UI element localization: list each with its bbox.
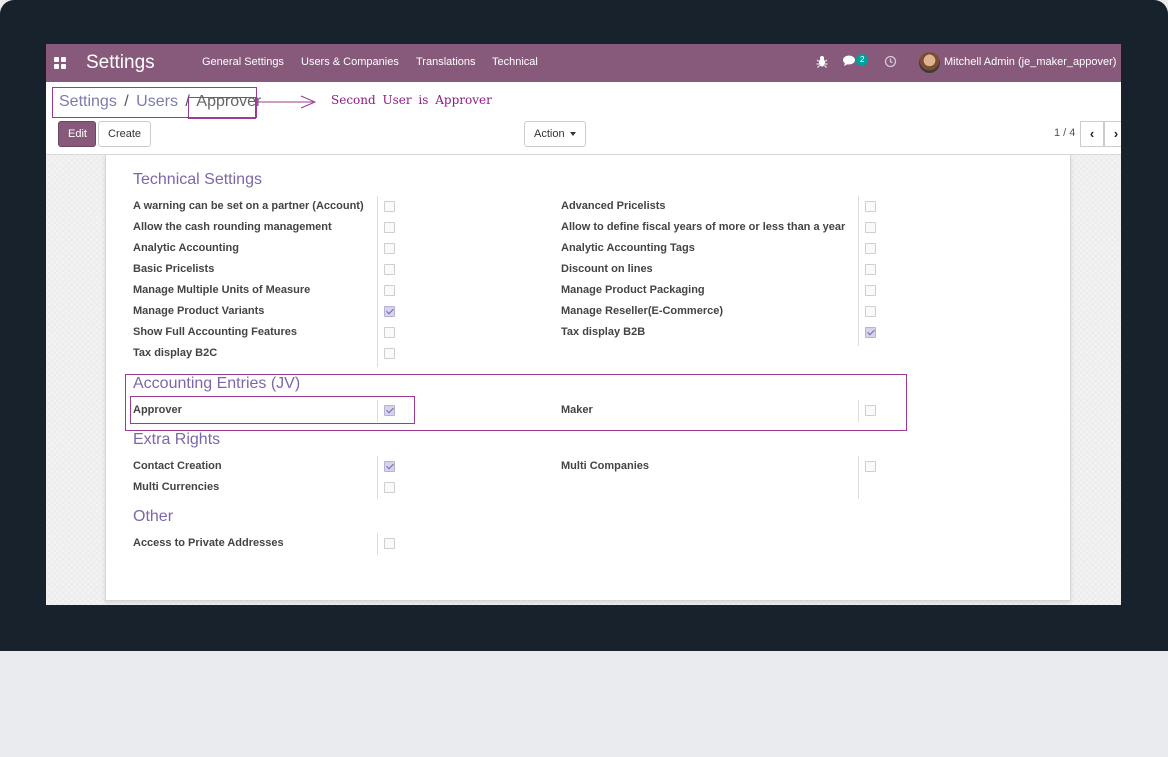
section-title-technical: Technical Settings	[133, 171, 262, 188]
column-divider	[377, 400, 378, 422]
column-divider	[858, 400, 859, 422]
activity-clock-icon[interactable]	[884, 55, 897, 71]
field-label-basic-pricelists: Basic Pricelists	[133, 263, 215, 275]
checkbox-basic-pricelists[interactable]	[384, 264, 395, 275]
section-title-extra-rights: Extra Rights	[133, 431, 221, 448]
pager-value: 1 / 4	[1054, 127, 1076, 139]
column-divider	[858, 456, 859, 499]
field-label-product-variants: Manage Product Variants	[133, 305, 265, 317]
chevron-left-icon: ‹	[1089, 126, 1095, 141]
checkbox-full-accounting[interactable]	[384, 327, 395, 338]
field-label-multi-currencies: Multi Currencies	[133, 481, 220, 493]
chevron-right-icon: ›	[1113, 126, 1119, 141]
field-label-tax-b2c: Tax display B2C	[133, 347, 218, 359]
app-title: Settings	[86, 52, 155, 73]
pager-previous-button[interactable]: ‹	[1080, 121, 1104, 147]
messages-count-badge: 2	[856, 54, 869, 66]
checkbox-multi-companies[interactable]	[865, 461, 876, 472]
menu-translations[interactable]: Translations	[416, 56, 476, 68]
top-navbar: Settings General Settings Users & Compan…	[46, 44, 1121, 82]
field-label-analytic-tags: Analytic Accounting Tags	[561, 242, 695, 254]
debug-bug-icon[interactable]	[816, 55, 828, 71]
field-label-analytic-accounting: Analytic Accounting	[133, 242, 239, 254]
column-divider	[377, 456, 378, 499]
section-title-accounting: Accounting Entries (JV)	[133, 375, 301, 392]
field-label-private-addresses: Access to Private Addresses	[133, 537, 284, 549]
annotation-arrow-icon	[257, 95, 317, 109]
checkbox-multi-currencies[interactable]	[384, 482, 395, 493]
field-label-reseller: Manage Reseller(E-Commerce)	[561, 305, 724, 317]
checkbox-tax-b2b[interactable]	[865, 327, 876, 338]
field-label-multi-companies: Multi Companies	[561, 460, 650, 472]
checkbox-multiple-uom[interactable]	[384, 285, 395, 296]
field-label-discount-lines: Discount on lines	[561, 263, 653, 275]
field-label-advanced-pricelists: Advanced Pricelists	[561, 200, 666, 212]
pager-next-button[interactable]: ›	[1104, 121, 1121, 147]
field-label-multiple-uom: Manage Multiple Units of Measure	[133, 284, 311, 296]
checkbox-discount-lines[interactable]	[865, 264, 876, 275]
field-label-approver: Approver	[133, 404, 182, 416]
field-label-maker: Maker	[561, 404, 593, 416]
checkbox-cash-rounding[interactable]	[384, 222, 395, 233]
checkbox-fiscal-years[interactable]	[865, 222, 876, 233]
edit-button[interactable]: Edit	[58, 121, 96, 147]
checkbox-reseller[interactable]	[865, 306, 876, 317]
checkbox-analytic-tags[interactable]	[865, 243, 876, 254]
caret-down-icon	[569, 132, 576, 137]
field-label-warning-partner: A warning can be set on a partner (Accou…	[133, 200, 364, 212]
monitor-stand	[0, 651, 1168, 757]
menu-general-settings[interactable]: General Settings	[202, 56, 284, 68]
field-label-product-packaging: Manage Product Packaging	[561, 284, 705, 296]
section-title-other: Other	[133, 508, 174, 525]
checkbox-analytic-accounting[interactable]	[384, 243, 395, 254]
field-label-fiscal-years: Allow to define fiscal years of more or …	[561, 221, 846, 233]
annotation-text: Second User is Approver	[331, 93, 492, 107]
checkbox-maker[interactable]	[865, 405, 876, 416]
column-divider	[377, 533, 378, 555]
action-dropdown-button[interactable]: Action	[524, 121, 586, 147]
apps-menu-icon[interactable]	[54, 57, 66, 69]
checkbox-warning-partner[interactable]	[384, 201, 395, 212]
checkbox-advanced-pricelists[interactable]	[865, 201, 876, 212]
create-button[interactable]: Create	[98, 121, 152, 147]
annotation-inner-box	[188, 97, 256, 119]
user-menu-name[interactable]: Mitchell Admin (je_maker_appover)	[944, 56, 1116, 68]
field-label-full-accounting: Show Full Accounting Features	[133, 326, 297, 338]
app-screen: Settings General Settings Users & Compan…	[46, 44, 1121, 605]
action-label: Action	[534, 128, 565, 140]
checkbox-product-packaging[interactable]	[865, 285, 876, 296]
column-divider	[858, 196, 859, 346]
field-label-contact-creation: Contact Creation	[133, 460, 222, 472]
checkbox-private-addresses[interactable]	[384, 538, 395, 549]
menu-technical[interactable]: Technical	[492, 56, 538, 68]
column-divider	[377, 196, 378, 367]
checkbox-approver[interactable]	[384, 405, 395, 416]
user-avatar[interactable]	[919, 52, 940, 73]
field-label-tax-b2b: Tax display B2B	[561, 326, 646, 338]
menu-users-companies[interactable]: Users & Companies	[301, 56, 399, 68]
checkbox-product-variants[interactable]	[384, 306, 395, 317]
checkbox-tax-b2c[interactable]	[384, 348, 395, 359]
checkbox-contact-creation[interactable]	[384, 461, 395, 472]
annotation-outline-box	[52, 87, 257, 119]
field-label-cash-rounding: Allow the cash rounding management	[133, 221, 332, 233]
